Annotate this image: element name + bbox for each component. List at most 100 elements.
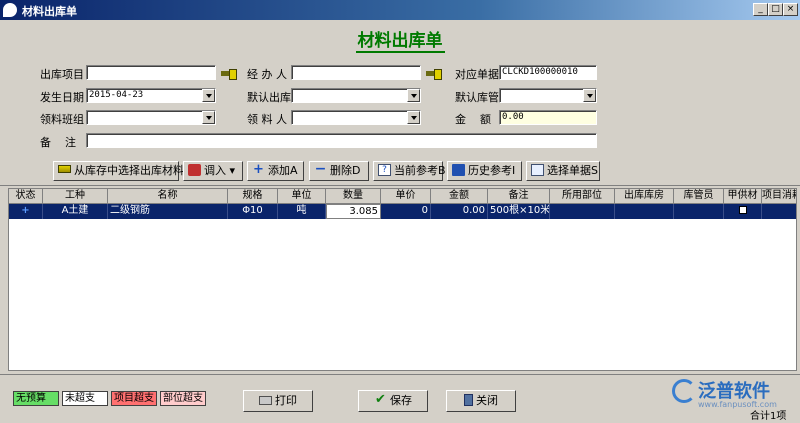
col-work-type[interactable]: 工种 <box>43 189 108 204</box>
chevron-down-icon[interactable] <box>202 111 215 124</box>
handler-input[interactable] <box>291 65 421 80</box>
toolbar-divider <box>0 185 800 186</box>
window-title: 材料出库单 <box>22 5 77 18</box>
pick-handler-icon[interactable] <box>426 69 442 80</box>
delete-label: 删除D <box>330 164 361 177</box>
pick-project-icon[interactable] <box>221 69 237 80</box>
cell-keeper[interactable] <box>674 204 724 219</box>
remark-label: 备 注 <box>40 136 76 149</box>
remark-input[interactable] <box>86 133 597 148</box>
document-no-label: 对应单据 <box>455 68 499 81</box>
print-button[interactable]: 打印 <box>243 390 313 412</box>
grid-header: 状态 工种 名称 规格 单位 数量 单价 金额 备注 所用部位 出库库房 库管员… <box>9 189 796 204</box>
col-status[interactable]: 状态 <box>9 189 43 204</box>
select-from-stock-label: 从库存中选择出库材料 <box>74 164 184 177</box>
cell-quantity[interactable]: 3.085 <box>326 204 381 219</box>
history-reference-button[interactable]: 历史参考I <box>447 161 522 181</box>
select-from-stock-button[interactable]: 从库存中选择出库材料 <box>53 161 184 181</box>
cell-status[interactable]: + <box>9 204 43 219</box>
chevron-down-icon[interactable] <box>202 89 215 102</box>
cell-price[interactable]: 0 <box>381 204 431 219</box>
brand-logo: 泛普软件 www.fanpusoft.com <box>672 377 796 411</box>
import-icon <box>188 164 201 176</box>
col-quantity[interactable]: 数量 <box>326 189 381 204</box>
default-keeper-label: 默认库管 <box>455 91 499 104</box>
cell-warehouse[interactable] <box>615 204 674 219</box>
legend-part-over: 部位超支 <box>160 391 206 406</box>
default-out-select[interactable] <box>291 88 421 103</box>
current-reference-button[interactable]: ? 当前参考B <box>373 161 446 181</box>
col-name[interactable]: 名称 <box>108 189 228 204</box>
cell-consume[interactable] <box>762 204 796 219</box>
cell-work-type[interactable]: A土建 <box>43 204 108 219</box>
cell-part[interactable] <box>550 204 615 219</box>
save-label: 保存 <box>390 394 412 407</box>
document-no-input[interactable]: CLCKD100000010 <box>499 65 597 80</box>
cell-name[interactable]: 二级钢筋 <box>108 204 228 219</box>
cell-remark[interactable]: 500根×10米 <box>488 204 550 219</box>
out-project-label: 出库项目 <box>40 68 84 81</box>
close-button[interactable]: 关闭 <box>446 390 516 412</box>
form-heading: 材料出库单 <box>355 31 445 53</box>
import-label: 调入 <box>204 164 226 177</box>
col-price[interactable]: 单价 <box>381 189 431 204</box>
table-row[interactable]: + A土建 二级钢筋 Φ10 吨 3.085 0 0.00 500根×10米 <box>9 204 796 219</box>
amount-field: 0.00 <box>499 110 597 125</box>
col-remark[interactable]: 备注 <box>488 189 550 204</box>
app-icon <box>3 3 17 17</box>
select-document-label: 选择单据S <box>547 164 598 177</box>
chevron-down-icon[interactable] <box>407 111 420 124</box>
save-button[interactable]: ✔ 保存 <box>358 390 428 412</box>
help-doc-icon: ? <box>378 164 391 176</box>
pick-icon <box>58 165 71 173</box>
add-label: 添加A <box>268 164 298 177</box>
chevron-down-icon[interactable] <box>407 89 420 102</box>
chevron-down-icon[interactable] <box>583 89 596 102</box>
checkmark-icon: ✔ <box>375 392 386 407</box>
close-label: 关闭 <box>476 394 498 407</box>
maximize-button[interactable]: □ <box>768 3 783 16</box>
col-amount[interactable]: 金额 <box>431 189 488 204</box>
import-dropdown-button[interactable]: 调入 ▾ <box>183 161 243 181</box>
legend-no-budget: 无预算 <box>13 391 59 406</box>
print-label: 打印 <box>275 394 297 407</box>
cell-spec[interactable]: Φ10 <box>228 204 278 219</box>
col-warehouse[interactable]: 出库库房 <box>615 189 674 204</box>
select-document-button[interactable]: 选择单据S <box>526 161 600 181</box>
receiver-label: 领 料 人 <box>247 113 287 126</box>
cell-amount[interactable]: 0.00 <box>431 204 488 219</box>
col-keeper[interactable]: 库管员 <box>674 189 724 204</box>
current-reference-label: 当前参考B <box>394 164 446 177</box>
total-count: 合计1项 <box>750 411 787 422</box>
close-window-button[interactable]: × <box>783 3 798 16</box>
supplied-checkbox[interactable] <box>738 206 747 214</box>
col-part[interactable]: 所用部位 <box>550 189 615 204</box>
cell-supplied[interactable] <box>724 204 762 219</box>
cell-unit[interactable]: 吨 <box>278 204 326 219</box>
book-icon <box>452 164 465 176</box>
out-project-input[interactable] <box>86 65 216 80</box>
minimize-button[interactable]: _ <box>753 3 768 16</box>
col-supplied[interactable]: 甲供材 <box>724 189 762 204</box>
materials-grid[interactable]: 状态 工种 名称 规格 单位 数量 单价 金额 备注 所用部位 出库库房 库管员… <box>8 188 797 371</box>
receiver-select[interactable] <box>291 110 421 125</box>
team-select[interactable] <box>86 110 216 125</box>
bottom-divider <box>0 374 800 375</box>
plus-icon: + <box>253 162 264 177</box>
col-spec[interactable]: 规格 <box>228 189 278 204</box>
default-keeper-select[interactable] <box>499 88 597 103</box>
minus-icon: − <box>314 161 327 177</box>
title-bar: 材料出库单 _ □ × <box>0 0 800 20</box>
history-reference-label: 历史参考I <box>468 164 516 177</box>
default-out-label: 默认出库 <box>247 91 291 104</box>
handler-label: 经 办 人 <box>247 68 287 81</box>
issue-date-picker[interactable]: 2015-04-23 <box>86 88 216 103</box>
add-button[interactable]: + 添加A <box>247 161 304 181</box>
delete-button[interactable]: − 删除D <box>309 161 369 181</box>
col-unit[interactable]: 单位 <box>278 189 326 204</box>
logo-icon <box>672 379 696 403</box>
col-consume[interactable]: 项目消耗 <box>762 189 796 204</box>
legend-not-over: 未超支 <box>62 391 108 406</box>
document-icon <box>531 164 544 176</box>
issue-date-label: 发生日期 <box>40 91 84 104</box>
